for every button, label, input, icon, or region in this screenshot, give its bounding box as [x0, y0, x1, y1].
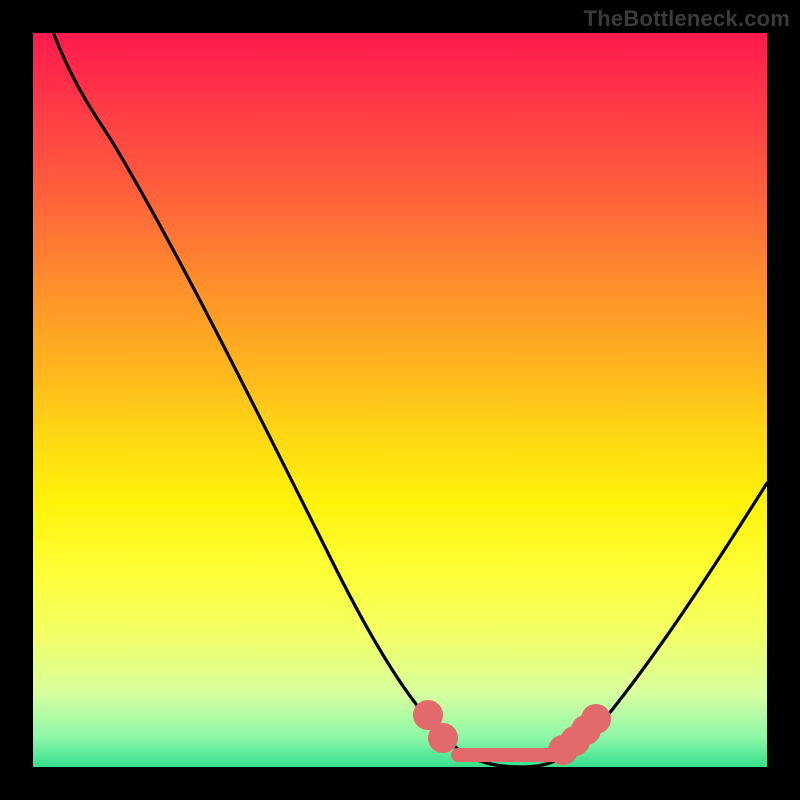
curve-layer	[33, 33, 767, 767]
chart-frame: TheBottleneck.com	[0, 0, 800, 800]
bottleneck-curve	[33, 0, 767, 767]
watermark-text: TheBottleneck.com	[584, 6, 790, 32]
plot-area	[33, 33, 767, 767]
highlight-markers	[420, 707, 604, 758]
